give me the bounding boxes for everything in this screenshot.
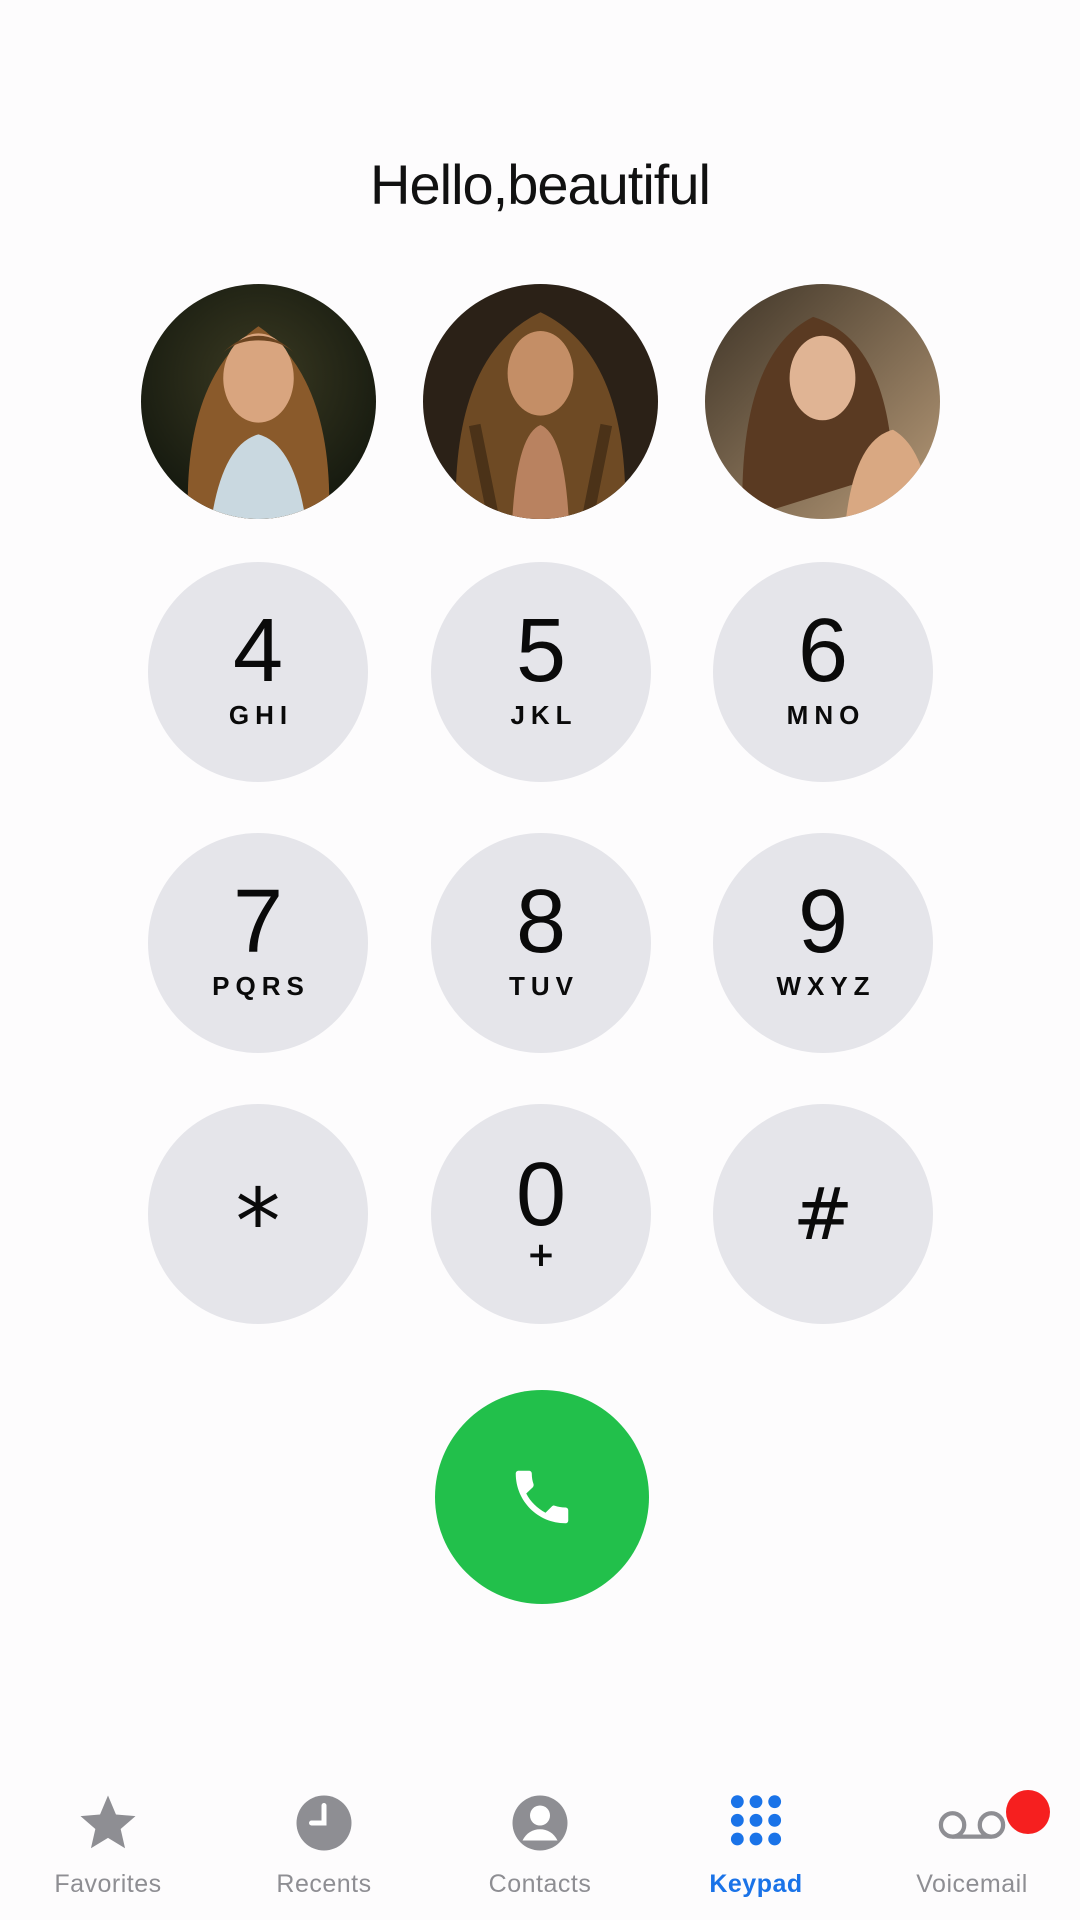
key-digit: 8 (515, 871, 567, 972)
key-letters: GHI (228, 699, 294, 730)
tab-label: Favorites (54, 1870, 162, 1898)
keypad-key-5[interactable]: 5 JKL (431, 562, 651, 782)
person-icon (505, 1788, 575, 1858)
key-digit: 5 (515, 600, 567, 701)
keypad-key-0[interactable]: 0 + (431, 1104, 651, 1324)
key-letters: + (526, 1235, 556, 1275)
favorite-contact-avatar-1[interactable] (141, 284, 376, 519)
greeting-title: Hello,beautiful (370, 153, 711, 216)
tab-label: Voicemail (916, 1870, 1028, 1898)
call-button[interactable] (435, 1390, 649, 1604)
tab-keypad[interactable]: Keypad (648, 1788, 864, 1908)
keypad-key-star[interactable]: * (148, 1104, 368, 1324)
keypad-key-hash[interactable]: # (713, 1104, 933, 1324)
key-letters: JKL (510, 699, 578, 730)
avatar-photo-1-icon (141, 284, 376, 519)
key-letters: MNO (786, 699, 866, 730)
key-digit: 0 (515, 1145, 567, 1245)
keypad-key-7[interactable]: 7 PQRS (148, 833, 368, 1053)
clock-icon (289, 1788, 359, 1858)
keypad-key-8[interactable]: 8 TUV (431, 833, 651, 1053)
phone-dialer-screen: Hello,beautiful 4 GHI 5 JKL 6 MNO 7 PQRS… (0, 0, 1080, 1920)
tab-contacts[interactable]: Contacts (432, 1788, 648, 1908)
voicemail-icon (937, 1788, 1007, 1858)
key-digit: # (792, 1172, 854, 1256)
tab-favorites[interactable]: Favorites (0, 1788, 216, 1908)
notification-badge (1006, 1790, 1050, 1834)
key-digit: 7 (232, 871, 284, 972)
keypad-key-6[interactable]: 6 MNO (713, 562, 933, 782)
key-digit: 9 (797, 871, 849, 972)
tab-recents[interactable]: Recents (216, 1788, 432, 1908)
phone-icon (515, 1470, 569, 1524)
tab-voicemail[interactable]: Voicemail (864, 1788, 1080, 1908)
key-letters: WXYZ (776, 970, 876, 1001)
key-letters: PQRS (212, 970, 310, 1001)
tab-label: Recents (276, 1870, 372, 1898)
favorite-contact-avatar-2[interactable] (423, 284, 658, 519)
key-digit: * (235, 1170, 281, 1275)
avatar-photo-2-icon (423, 284, 658, 519)
key-letters: TUV (509, 970, 579, 1001)
keypad-grid-icon (721, 1788, 791, 1858)
tab-label: Contacts (488, 1870, 592, 1898)
star-icon (73, 1788, 143, 1858)
avatar-photo-3-icon (705, 284, 940, 519)
keypad-key-9[interactable]: 9 WXYZ (713, 833, 933, 1053)
tab-bar: Favorites Recents Contacts Keypad Voicem… (0, 1770, 1080, 1920)
key-digit: 6 (797, 600, 849, 701)
key-digit: 4 (232, 600, 284, 701)
keypad-key-4[interactable]: 4 GHI (148, 562, 368, 782)
tab-label: Keypad (709, 1870, 803, 1898)
favorite-contact-avatar-3[interactable] (705, 284, 940, 519)
